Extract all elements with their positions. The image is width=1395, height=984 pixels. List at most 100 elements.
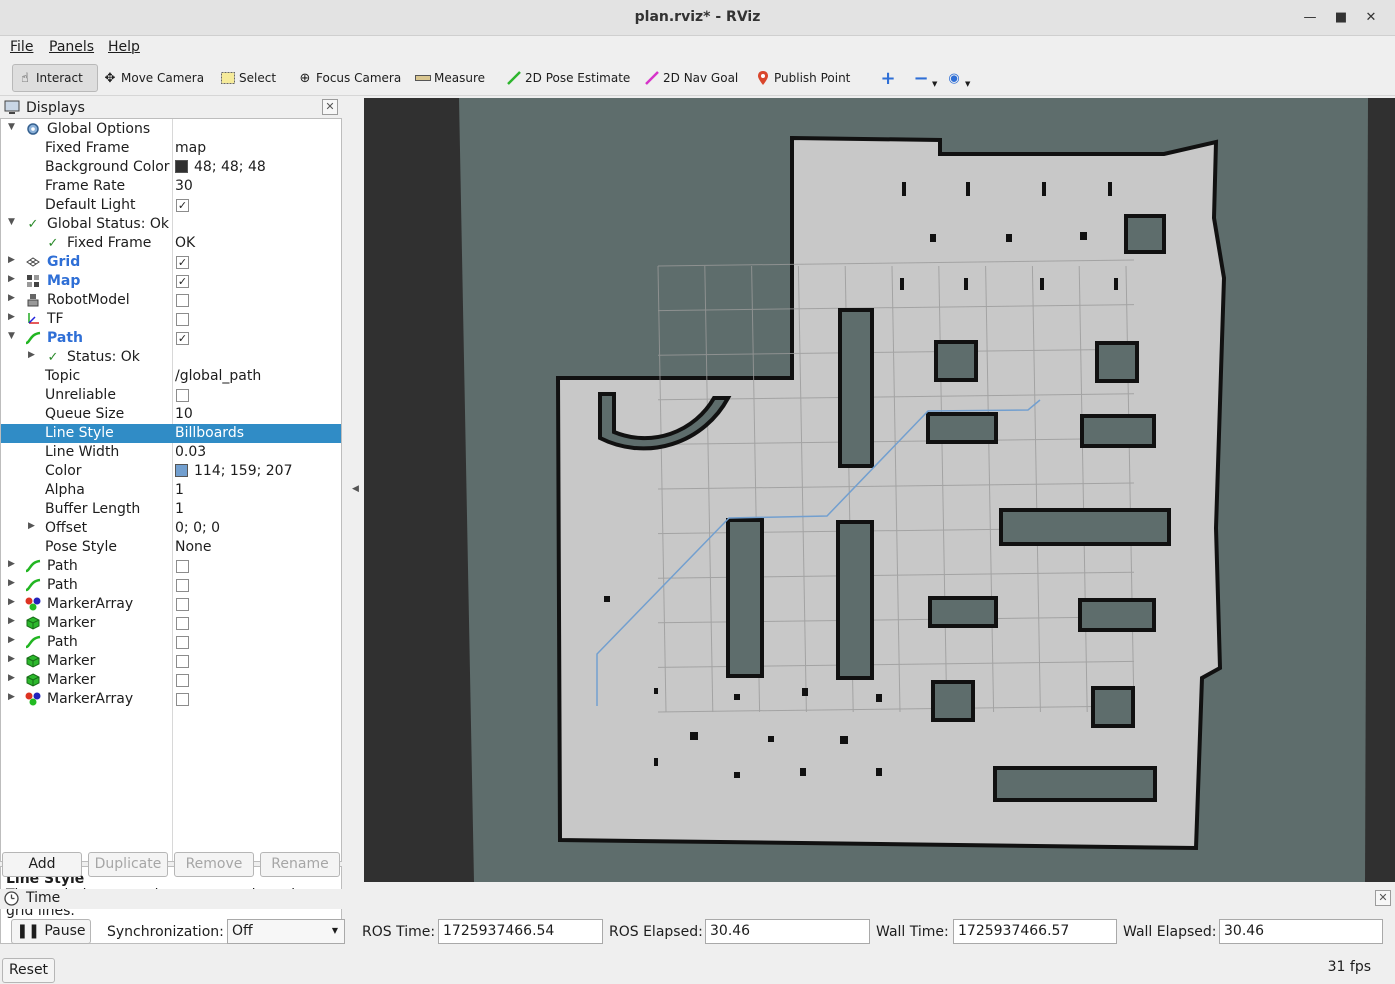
- tree-row[interactable]: Color 114; 159; 207: [1, 462, 341, 481]
- interact-tool[interactable]: ☝ Interact: [12, 64, 98, 92]
- visibility-checkbox[interactable]: [176, 636, 189, 649]
- visibility-checkbox[interactable]: [176, 313, 189, 326]
- expand-right-arrow-icon[interactable]: ▶: [8, 274, 15, 284]
- tree-row-value[interactable]: 1: [175, 482, 184, 498]
- maximize-button[interactable]: ■: [1331, 8, 1351, 28]
- tree-row[interactable]: Fixed Frame map: [1, 139, 341, 158]
- tree-row[interactable]: ▼ Global Options: [1, 120, 341, 139]
- close-displays-button[interactable]: ✕: [322, 99, 338, 115]
- tree-row-value[interactable]: /global_path: [175, 368, 261, 384]
- tree-row[interactable]: ▼ Path ✓: [1, 329, 341, 348]
- tree-row-value[interactable]: OK: [175, 235, 195, 251]
- menu-help[interactable]: Help: [108, 39, 140, 55]
- collapse-left-arrow-icon[interactable]: ◀: [352, 484, 359, 494]
- expand-right-arrow-icon[interactable]: ▶: [8, 559, 15, 569]
- expand-right-arrow-icon[interactable]: ▶: [8, 673, 15, 683]
- tree-row[interactable]: Frame Rate 30: [1, 177, 341, 196]
- tree-row[interactable]: ▶ Path: [1, 633, 341, 652]
- visibility-checkbox[interactable]: [176, 579, 189, 592]
- add-button[interactable]: Add: [2, 852, 82, 877]
- tree-row[interactable]: ▶ TF: [1, 310, 341, 329]
- tree-row[interactable]: Default Light ✓: [1, 196, 341, 215]
- visibility-checkbox[interactable]: [176, 693, 189, 706]
- rename-button[interactable]: Rename: [260, 852, 340, 877]
- select-tool[interactable]: Select: [220, 64, 276, 92]
- expand-right-arrow-icon[interactable]: ▶: [28, 350, 35, 360]
- tool-visibility-button[interactable]: ◉ ▼: [946, 64, 970, 92]
- tree-row-value[interactable]: 30: [175, 178, 193, 194]
- visibility-checkbox[interactable]: ✓: [176, 275, 189, 288]
- pose-estimate-tool[interactable]: 2D Pose Estimate: [506, 64, 630, 92]
- visibility-checkbox[interactable]: ✓: [176, 256, 189, 269]
- tree-row[interactable]: ▼ ✓ Global Status: Ok: [1, 215, 341, 234]
- tree-row-value[interactable]: Billboards: [175, 425, 244, 441]
- expand-right-arrow-icon[interactable]: ▶: [8, 692, 15, 702]
- expand-right-arrow-icon[interactable]: ▶: [8, 616, 15, 626]
- tree-row-value[interactable]: 48; 48; 48: [175, 159, 266, 175]
- add-tool-button[interactable]: +: [880, 64, 899, 92]
- visibility-checkbox[interactable]: [176, 655, 189, 668]
- visibility-checkbox[interactable]: [176, 617, 189, 630]
- tree-row[interactable]: ▶ Map ✓: [1, 272, 341, 291]
- tree-row[interactable]: ▶ ✓ Status: Ok: [1, 348, 341, 367]
- close-time-button[interactable]: ✕: [1375, 890, 1391, 906]
- tree-row[interactable]: Topic/global_path: [1, 367, 341, 386]
- ros-elapsed-field[interactable]: 30.46: [705, 919, 870, 944]
- measure-tool[interactable]: Measure: [415, 64, 485, 92]
- tree-row[interactable]: ✓ Fixed Frame OK: [1, 234, 341, 253]
- sync-select[interactable]: Off ▼: [227, 919, 345, 944]
- tree-row[interactable]: ▶ Path: [1, 576, 341, 595]
- focus-camera-tool[interactable]: ⊕ Focus Camera: [297, 64, 402, 92]
- tree-row-value[interactable]: None: [175, 539, 212, 555]
- tree-row[interactable]: ▶ Offset 0; 0; 0: [1, 519, 341, 538]
- visibility-checkbox[interactable]: ✓: [176, 332, 189, 345]
- expand-right-arrow-icon[interactable]: ▶: [8, 578, 15, 588]
- menu-panels[interactable]: Panels: [49, 39, 94, 55]
- expand-right-arrow-icon[interactable]: ▶: [8, 312, 15, 322]
- visibility-checkbox[interactable]: [176, 560, 189, 573]
- reset-button[interactable]: Reset: [2, 958, 55, 983]
- tree-row[interactable]: Pose Style None: [1, 538, 341, 557]
- close-window-button[interactable]: ✕: [1361, 8, 1381, 28]
- ros-time-field[interactable]: 1725937466.54: [438, 919, 603, 944]
- expand-right-arrow-icon[interactable]: ▶: [8, 654, 15, 664]
- visibility-checkbox[interactable]: [176, 294, 189, 307]
- visibility-checkbox[interactable]: [176, 389, 189, 402]
- wall-elapsed-field[interactable]: 30.46: [1219, 919, 1383, 944]
- tree-row[interactable]: Line Style Billboards: [1, 424, 341, 443]
- tree-row[interactable]: ▶ Path: [1, 557, 341, 576]
- tree-row[interactable]: ▶ Grid ✓: [1, 253, 341, 272]
- publish-point-tool[interactable]: Publish Point: [755, 64, 850, 92]
- tree-row[interactable]: Background Color 48; 48; 48: [1, 158, 341, 177]
- wall-time-field[interactable]: 1725937466.57: [953, 919, 1117, 944]
- tree-row-value[interactable]: 1: [175, 501, 184, 517]
- tree-row[interactable]: Unreliable: [1, 386, 341, 405]
- tree-row[interactable]: ▶ Marker: [1, 671, 341, 690]
- tree-row[interactable]: ▶ MarkerArray: [1, 690, 341, 709]
- expand-right-arrow-icon[interactable]: ▶: [8, 635, 15, 645]
- move-camera-tool[interactable]: ✥ Move Camera: [102, 64, 205, 92]
- expand-down-arrow-icon[interactable]: ▼: [8, 217, 15, 227]
- tree-row[interactable]: ▶ Marker: [1, 614, 341, 633]
- nav-goal-tool[interactable]: 2D Nav Goal: [644, 64, 738, 92]
- minimize-button[interactable]: —: [1300, 8, 1320, 28]
- tree-row-value[interactable]: map: [175, 140, 206, 156]
- menu-file[interactable]: File: [10, 39, 33, 55]
- visibility-checkbox[interactable]: [176, 598, 189, 611]
- tree-row[interactable]: ▶ RobotModel: [1, 291, 341, 310]
- tree-row-value[interactable]: 10: [175, 406, 193, 422]
- tree-row-value[interactable]: 0.03: [175, 444, 206, 460]
- tree-row[interactable]: Alpha 1: [1, 481, 341, 500]
- remove-tool-button[interactable]: − ▼: [913, 64, 937, 92]
- pause-button[interactable]: ❚❚ Pause: [11, 919, 91, 944]
- tree-row[interactable]: Buffer Length 1: [1, 500, 341, 519]
- tree-row-value[interactable]: 114; 159; 207: [175, 463, 293, 479]
- tree-row-value[interactable]: 0; 0; 0: [175, 520, 220, 536]
- duplicate-button[interactable]: Duplicate: [88, 852, 168, 877]
- render-viewport[interactable]: [364, 98, 1395, 882]
- visibility-checkbox[interactable]: [176, 674, 189, 687]
- expand-right-arrow-icon[interactable]: ▶: [8, 255, 15, 265]
- expand-right-arrow-icon[interactable]: ▶: [8, 597, 15, 607]
- tree-row[interactable]: Line Width 0.03: [1, 443, 341, 462]
- expand-right-arrow-icon[interactable]: ▶: [28, 521, 35, 531]
